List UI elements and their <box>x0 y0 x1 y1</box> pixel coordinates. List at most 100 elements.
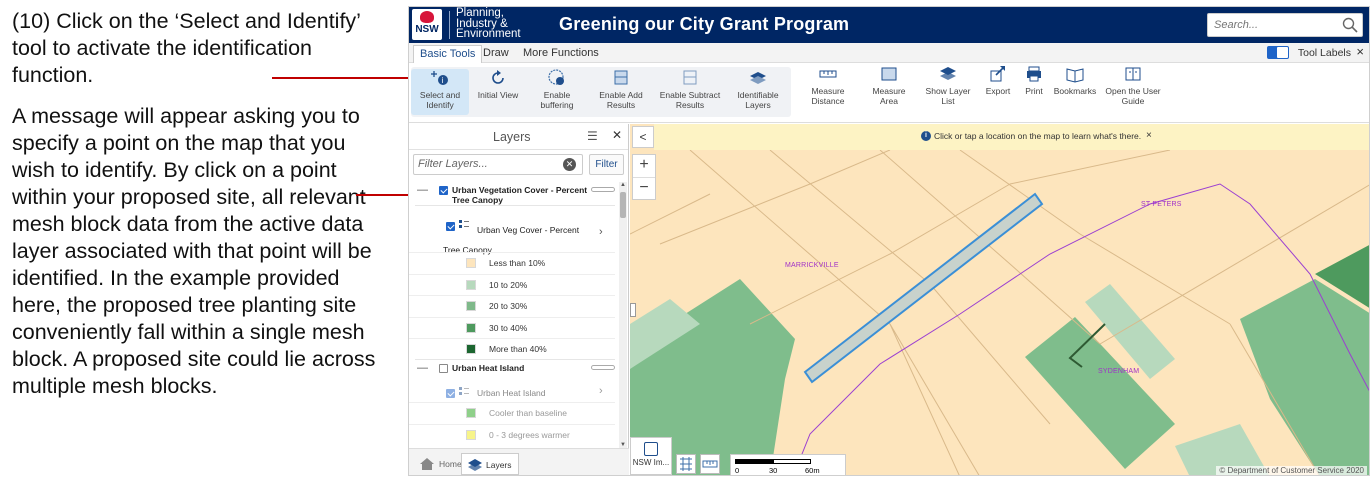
zoom-out-button[interactable]: − <box>633 177 655 199</box>
layer-2-name: Urban Heat Island <box>452 363 525 373</box>
grid-icon <box>680 457 692 471</box>
zoom-in-button[interactable]: + <box>633 155 655 177</box>
layer-1-opacity-slider[interactable] <box>591 187 615 192</box>
layers-icon <box>468 459 482 471</box>
grid-toggle-button[interactable] <box>676 454 696 474</box>
export-button[interactable]: Export <box>981 65 1015 96</box>
identifiable-layers-button[interactable]: Identifiable Layers <box>729 69 787 110</box>
legend-label: 30 to 40% <box>489 322 528 333</box>
tool-labels-toggle[interactable] <box>1267 46 1289 59</box>
enable-subtract-results-label: Enable Subtract Results <box>659 90 721 110</box>
basemap-button[interactable]: NSW Im... <box>630 437 672 475</box>
map-canvas[interactable]: i Click or tap a location on the map to … <box>630 124 1369 475</box>
chevron-right-icon-2[interactable]: › <box>599 385 603 397</box>
department-name: Planning, Industry & Environment <box>456 8 521 40</box>
tab-more-functions[interactable]: More Functions <box>517 45 605 63</box>
scale-icon <box>702 460 718 468</box>
legend-label: 10 to 20% <box>489 279 528 290</box>
print-button[interactable]: Print <box>1019 65 1049 96</box>
tab-draw[interactable]: Draw <box>477 45 515 63</box>
add-results-icon <box>611 69 631 87</box>
scroll-thumb[interactable] <box>620 192 626 218</box>
info-close-icon[interactable]: × <box>1146 130 1152 141</box>
layer-2-opacity-slider[interactable] <box>591 365 615 370</box>
home-icon <box>420 458 434 470</box>
scale-toggle-button[interactable] <box>700 454 720 474</box>
show-layer-list-button[interactable]: Show Layer List <box>921 65 975 106</box>
basemap-label: NSW Im... <box>632 458 670 467</box>
open-user-guide-button[interactable]: Open the User Guide <box>1103 65 1163 106</box>
sublayer-2-legend-icon <box>459 387 469 395</box>
enable-add-results-button[interactable]: Enable Add Results <box>593 69 649 110</box>
layers-panel-header: Layers ☰ ✕ <box>409 124 628 150</box>
enable-add-results-label: Enable Add Results <box>599 90 643 110</box>
map-app-window: NSW Planning, Industry & Environment Gre… <box>408 6 1370 476</box>
legend-label: More than 40% <box>489 344 547 354</box>
panel-resize-handle[interactable] <box>630 303 636 317</box>
panel-footer: Home Layers <box>409 448 629 475</box>
app-title: Greening our City Grant Program <box>559 14 850 34</box>
search-input[interactable] <box>1208 14 1338 36</box>
filter-button[interactable]: Filter <box>589 154 624 175</box>
print-label: Print <box>1025 86 1043 96</box>
proposed-site-polygon[interactable] <box>803 192 1044 384</box>
home-tab[interactable]: Home <box>415 453 462 475</box>
scale-label-60: 60m <box>805 466 820 475</box>
layer-2-checkbox[interactable] <box>439 363 448 374</box>
layer-1-name: Urban Vegetation Cover - Percent Tree Ca… <box>452 185 588 205</box>
identifiable-layers-label: Identifiable Layers <box>737 90 779 110</box>
basemap-icon <box>644 442 658 456</box>
chevron-right-icon[interactable]: › <box>599 226 603 238</box>
collapse-layer-1-icon[interactable]: — <box>417 184 428 196</box>
initial-view-label: Initial View <box>477 90 519 100</box>
legend-item: Cooler than baseline <box>409 402 615 423</box>
scale-bar-graphic <box>735 459 811 464</box>
layers-scrollbar[interactable]: ▲ ▼ <box>619 182 627 448</box>
enable-buffering-button[interactable]: Enable buffering <box>527 69 587 110</box>
layers-identify-icon <box>748 69 768 87</box>
layers-tab[interactable]: Layers <box>461 453 519 475</box>
logo-text: NSW <box>415 24 439 35</box>
collapse-panel-button[interactable]: < <box>632 126 654 148</box>
divider <box>415 359 615 360</box>
tool-labels-text: Tool Labels <box>1297 47 1351 59</box>
zoom-control: + − <box>632 154 656 200</box>
legend-swatch <box>466 301 476 311</box>
filter-layers-input[interactable]: Filter Layers... <box>413 154 583 175</box>
enable-subtract-results-button[interactable]: Enable Subtract Results <box>657 69 723 110</box>
sublayer-2-checkbox[interactable] <box>446 388 455 399</box>
layers-panel: Layers ☰ ✕ Filter Layers... ✕ Filter — U… <box>409 124 629 475</box>
instruction-detail: A message will appear asking you to spec… <box>12 104 376 398</box>
search-box[interactable] <box>1207 13 1363 37</box>
legend-item: Less than 10% <box>409 252 615 273</box>
instruction-text-block: (10) Click on the ‘Select and Identify’ … <box>12 8 392 400</box>
scale-label-0: 0 <box>735 466 740 475</box>
panel-close-icon[interactable]: ✕ <box>612 128 622 142</box>
select-identify-button[interactable]: i Select and Identify <box>411 69 469 115</box>
printer-icon <box>1024 65 1044 83</box>
measure-distance-button[interactable]: Measure Distance <box>802 65 854 106</box>
legend-item: 30 to 40% <box>409 316 615 338</box>
tab-basic-tools[interactable]: Basic Tools <box>413 45 483 63</box>
divider <box>415 205 615 206</box>
close-toolbar-button[interactable]: × <box>1356 44 1364 59</box>
search-icon[interactable] <box>1342 17 1358 33</box>
identify-info-bar: i Click or tap a location on the map to … <box>654 124 1369 150</box>
legend-swatch <box>466 258 476 268</box>
legend-label: Cooler than baseline <box>489 408 567 418</box>
scale-label-30: 30 <box>769 466 778 475</box>
clear-filter-icon[interactable]: ✕ <box>563 158 576 171</box>
bookmarks-button[interactable]: Bookmarks <box>1053 65 1097 96</box>
layer-1-checkbox[interactable] <box>439 185 448 196</box>
layers-tab-label: Layers <box>486 460 512 470</box>
measure-area-button[interactable]: Measure Area <box>865 65 913 106</box>
initial-view-button[interactable]: Initial View <box>473 69 523 100</box>
panel-menu-icon[interactable]: ☰ <box>587 129 598 143</box>
legend-swatch <box>466 344 476 354</box>
legend-item: 10 to 20% <box>409 273 615 295</box>
legend-item: 20 to 30% <box>409 295 615 316</box>
measure-distance-label: Measure Distance <box>811 86 845 106</box>
scroll-up-icon[interactable]: ▲ <box>620 182 626 188</box>
collapse-layer-2-icon[interactable]: — <box>417 362 428 374</box>
layers-panel-title: Layers <box>493 130 531 144</box>
